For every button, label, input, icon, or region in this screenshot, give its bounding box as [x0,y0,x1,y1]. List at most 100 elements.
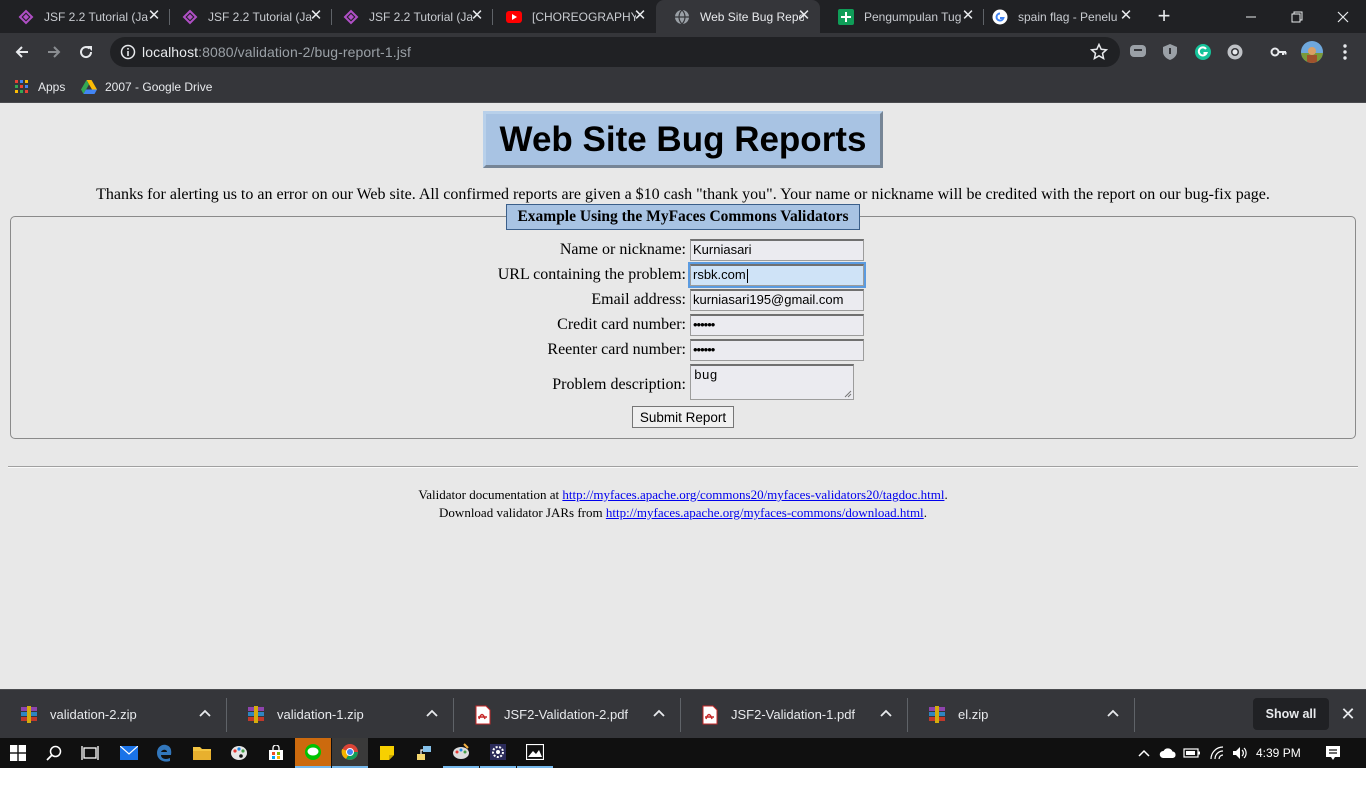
download-item[interactable]: validation-2.zip [0,690,227,739]
validator-download-link[interactable]: http://myfaces.apache.org/myfaces-common… [606,505,924,520]
speaker-icon [1233,747,1247,759]
window-close-button[interactable] [1320,0,1366,33]
browser-toolbar: localhost:8080/validation-2/bug-report-1… [0,33,1366,71]
profile-avatar[interactable] [1300,40,1324,64]
close-icon[interactable]: ✕ [1118,8,1134,24]
store-app[interactable] [258,738,294,768]
download-filename: JSF2-Validation-1.pdf [731,707,856,722]
tab-web-site-bug-reports[interactable]: Web Site Bug Repo ✕ [656,0,820,33]
bookmark-google-drive[interactable]: 2007 - Google Drive [81,77,212,97]
minimize-button[interactable] [1228,0,1274,33]
close-icon[interactable]: ✕ [469,8,485,24]
download-item[interactable]: el.zip [908,690,1135,739]
close-icon[interactable]: ✕ [146,8,162,24]
sticky-notes-app[interactable] [369,738,405,768]
resize-grip-icon[interactable] [844,390,852,398]
paint-brush-app[interactable] [443,738,479,768]
close-icon[interactable]: ✕ [796,8,812,24]
taskbar-clock[interactable]: 4:39 PM [1256,738,1301,768]
email-label: Email address: [591,291,686,308]
chrome-menu-button[interactable] [1335,42,1355,62]
url-input-value: rsbk.com [693,267,746,282]
start-button[interactable] [0,738,36,768]
download-divider [1134,698,1135,732]
close-icon[interactable]: ✕ [1338,704,1358,724]
bookmark-apps[interactable]: Apps [14,77,65,97]
download-filename: JSF2-Validation-2.pdf [504,707,629,722]
image-icon [526,744,544,760]
google-classroom-favicon [838,8,854,25]
action-center-button[interactable] [1322,738,1344,768]
chevron-up-icon[interactable] [197,706,213,722]
description-textarea[interactable]: bug [690,364,854,400]
wifi-tray[interactable] [1208,738,1228,768]
line-app[interactable] [295,738,331,768]
forward-button[interactable] [41,39,67,65]
photos-app[interactable] [517,738,553,768]
wifi-icon [1210,746,1224,760]
extension-chat-icon[interactable] [1128,42,1148,62]
tab-pengumpulan-tugas[interactable]: Pengumpulan Tug ✕ [820,0,984,33]
download-item[interactable]: JSF2-Validation-1.pdf [681,690,908,739]
search-button[interactable] [36,738,72,768]
chevron-up-icon[interactable] [424,706,440,722]
grammarly-icon[interactable] [1193,42,1213,62]
settings-app[interactable] [480,738,516,768]
close-icon[interactable]: ✕ [632,8,648,24]
mail-app[interactable] [111,738,147,768]
search-icon [46,745,62,761]
new-tab-button[interactable]: + [1152,5,1176,29]
show-all-downloads-button[interactable]: Show all [1253,698,1329,730]
network-tool-app[interactable] [406,738,442,768]
email-input[interactable]: kurniasari195@gmail.com [690,289,864,311]
edge-app[interactable] [147,738,183,768]
mail-icon [120,746,138,760]
chevron-up-icon[interactable] [651,706,667,722]
tab-choreography[interactable]: [CHOREOGRAPHY ✕ [488,0,656,33]
chevron-up-icon[interactable] [1105,706,1121,722]
reload-button[interactable] [73,39,99,65]
tab-spain-flag-search[interactable]: spain flag - Penelu ✕ [974,0,1142,33]
winrar-icon [248,705,264,723]
tab-title: JSF 2.2 Tutorial (Ja [369,9,473,24]
extension-circle-icon[interactable] [1225,42,1245,62]
tab-jsf-tutorial-2[interactable]: JSF 2.2 Tutorial (Ja ✕ [164,0,332,33]
submit-report-button[interactable]: Submit Report [632,406,734,428]
url-input[interactable]: rsbk.com [688,262,866,288]
extension-shield-icon[interactable] [1160,42,1180,62]
volume-tray[interactable] [1230,738,1250,768]
reload-icon [80,46,93,59]
gear-icon [490,744,506,760]
tray-overflow-button[interactable] [1135,738,1153,768]
card-confirm-input[interactable]: •••••• [690,339,864,361]
info-icon[interactable] [120,44,136,60]
back-button[interactable] [9,39,35,65]
chrome-app[interactable] [332,738,368,768]
paint-app[interactable] [221,738,257,768]
download-item[interactable]: JSF2-Validation-2.pdf [454,690,681,739]
form-row-card: Credit card number: •••••• [0,314,1366,336]
form-row-url: URL containing the problem: rsbk.com [0,262,1366,288]
card-number-input[interactable]: •••••• [690,314,864,336]
battery-tray[interactable] [1182,738,1202,768]
name-input[interactable]: Kurniasari [690,239,864,261]
card-label: Credit card number: [557,316,686,333]
task-view-button[interactable] [72,738,108,768]
close-icon[interactable]: ✕ [308,8,324,24]
download-item[interactable]: validation-1.zip [227,690,454,739]
file-explorer-app[interactable] [184,738,220,768]
chevron-up-icon[interactable] [878,706,894,722]
description-value: bug [694,368,718,383]
validator-docs-link[interactable]: http://myfaces.apache.org/commons20/myfa… [562,487,944,502]
tab-jsf-tutorial-1[interactable]: JSF 2.2 Tutorial (Ja ✕ [0,0,170,33]
apps-grid-icon [14,79,30,95]
restore-button[interactable] [1274,0,1320,33]
onedrive-tray[interactable] [1158,738,1178,768]
tab-jsf-tutorial-3[interactable]: JSF 2.2 Tutorial (Ja ✕ [325,0,493,33]
address-bar[interactable]: localhost:8080/validation-2/bug-report-1… [110,37,1120,67]
key-icon[interactable] [1269,42,1289,62]
footer-period: . [923,505,927,520]
description-label: Problem description: [552,376,686,393]
google-favicon [992,9,1008,25]
bookmark-star-icon[interactable] [1090,43,1108,61]
